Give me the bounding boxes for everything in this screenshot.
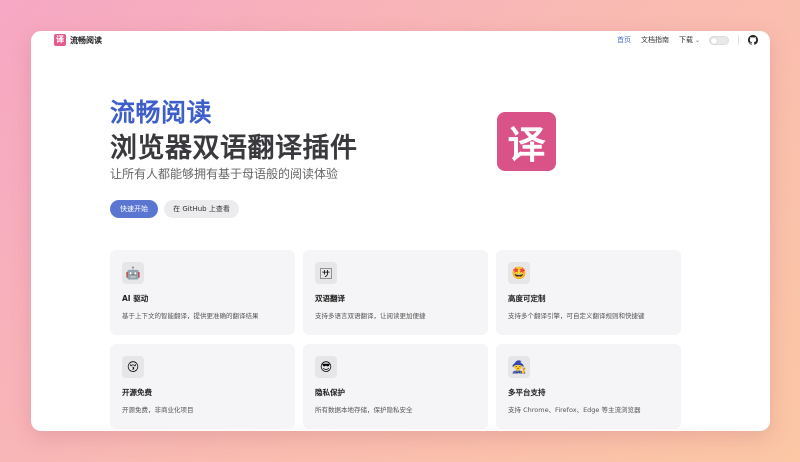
github-icon[interactable] (748, 35, 758, 45)
feature-desc: 所有数据本地存储，保护隐私安全 (315, 406, 413, 414)
kissing-face-icon: 😚 (122, 356, 144, 378)
feature-desc: 基于上下文的智能翻译，提供更准确的翻译结果 (122, 312, 259, 320)
hero-title-brand: 流畅阅读 (110, 98, 213, 127)
top-nav: 译 流畅阅读 首页 文档指南 下载 ⌄ (31, 31, 770, 49)
nav-link-home[interactable]: 首页 (617, 35, 631, 45)
hero-logo-icon: 译 (497, 112, 556, 171)
feature-card-privacy: 😎 隐私保护 所有数据本地存储，保护隐私安全 (303, 344, 488, 429)
feature-card-open-source: 😚 开源免费 开源免费，非商业化项目 (110, 344, 295, 429)
feature-desc: 支持多语言双语翻译，让阅读更加便捷 (315, 312, 426, 320)
hero-title-tagline: 浏览器双语翻译插件 (110, 133, 358, 164)
feature-desc: 支持多个翻译引擎，可自定义翻译规则和快捷键 (508, 312, 645, 320)
feature-card-customizable: 🤩 高度可定制 支持多个翻译引擎，可自定义翻译规则和快捷键 (496, 250, 681, 335)
feature-desc: 支持 Chrome、Firefox、Edge 等主流浏览器 (508, 406, 641, 414)
nav-link-docs[interactable]: 文档指南 (641, 35, 669, 45)
brand[interactable]: 译 流畅阅读 (54, 34, 102, 46)
feature-title: 多平台支持 (508, 388, 546, 397)
chevron-down-icon: ⌄ (694, 37, 700, 44)
feature-desc: 开源免费，非商业化项目 (122, 406, 194, 414)
quick-start-button[interactable]: 快速开始 (110, 200, 158, 218)
robot-icon: 🤖 (122, 262, 144, 284)
feature-title: 高度可定制 (508, 294, 546, 303)
star-struck-icon: 🤩 (508, 262, 530, 284)
nav-divider (738, 35, 739, 45)
brand-name: 流畅阅读 (70, 35, 102, 45)
feature-title: 双语翻译 (315, 294, 345, 303)
theme-toggle[interactable] (709, 35, 729, 45)
browser-window: 译 流畅阅读 首页 文档指南 下载 ⌄ 流畅阅读 浏览器双语翻译插件 让所有人都能… (31, 31, 770, 431)
feature-title: AI 驱动 (122, 294, 149, 303)
translate-icon: 🈂 (315, 262, 337, 284)
feature-card-multiplatform: 🧙 多平台支持 支持 Chrome、Firefox、Edge 等主流浏览器 (496, 344, 681, 429)
brand-logo-icon: 译 (54, 34, 66, 46)
feature-title: 开源免费 (122, 388, 152, 397)
nav-link-download[interactable]: 下载 ⌄ (679, 35, 700, 45)
mage-icon: 🧙 (508, 356, 530, 378)
feature-card-bilingual: 🈂 双语翻译 支持多语言双语翻译，让阅读更加便捷 (303, 250, 488, 335)
sunglasses-face-icon: 😎 (315, 356, 337, 378)
feature-card-ai: 🤖 AI 驱动 基于上下文的智能翻译，提供更准确的翻译结果 (110, 250, 295, 335)
nav-link-download-label: 下载 (678, 36, 693, 44)
view-on-github-button[interactable]: 在 GitHub 上查看 (164, 200, 239, 218)
nav-links: 首页 文档指南 下载 ⌄ (607, 35, 758, 45)
feature-title: 隐私保护 (315, 388, 345, 397)
hero-subtitle: 让所有人都能够拥有基于母语般的阅读体验 (110, 167, 339, 181)
